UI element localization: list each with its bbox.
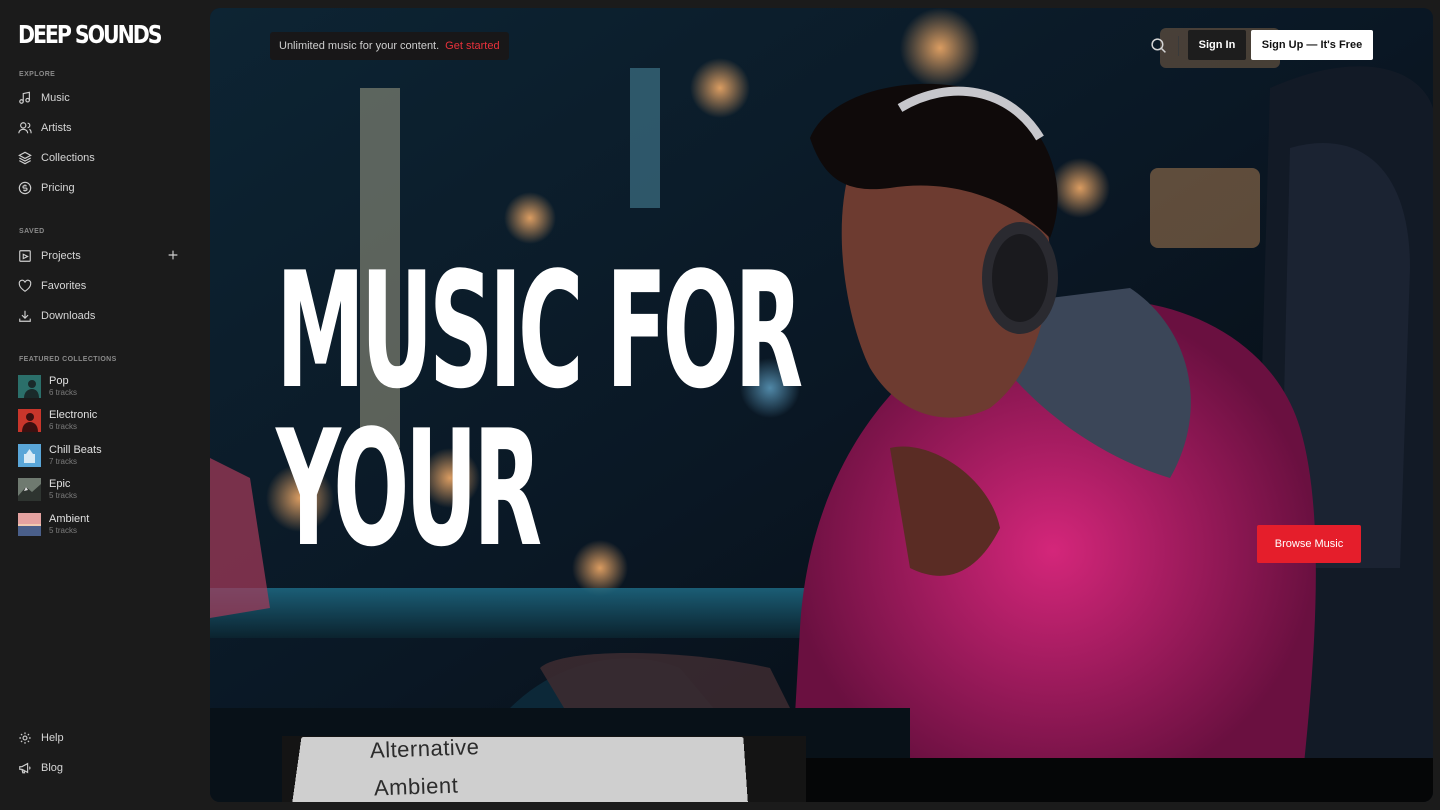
collection-count: 5 tracks: [49, 525, 78, 535]
sidebar-item-help[interactable]: Help: [18, 726, 193, 750]
sign-up-button[interactable]: Sign Up — It's Free: [1251, 30, 1373, 60]
collection-item-pop[interactable]: Pop 6 tracks: [18, 372, 193, 400]
sidebar-item-label: Blog: [41, 762, 64, 774]
sidebar-item-label: Projects: [41, 250, 81, 262]
sidebar-item-artists[interactable]: Artists: [18, 116, 193, 140]
headline-line-1: MUSIC FOR: [276, 237, 803, 424]
headline-line-2: YOUR: [276, 395, 542, 582]
sidebar-item-label: Pricing: [41, 182, 75, 194]
megaphone-icon: [19, 762, 31, 774]
explore-label: EXPLORE: [19, 71, 56, 78]
collection-count: 6 tracks: [49, 387, 78, 397]
chill-beats-thumbnail: [18, 443, 41, 467]
heart-icon: [18, 279, 32, 292]
collection-name: Electronic: [49, 408, 98, 421]
sidebar-item-label: Favorites: [41, 280, 87, 292]
electronic-thumbnail: [18, 408, 41, 432]
epic-thumbnail: [18, 477, 41, 501]
collection-name: Epic: [49, 477, 71, 490]
collection-count: 7 tracks: [49, 456, 78, 466]
featured-collections-label: FEATURED COLLECTIONS: [19, 356, 117, 363]
collection-name: Chill Beats: [49, 443, 102, 456]
sidebar-item-downloads[interactable]: Downloads: [18, 304, 193, 328]
sign-in-button[interactable]: Sign In: [1188, 30, 1246, 60]
sidebar-item-music[interactable]: Music: [18, 86, 193, 110]
gear-icon: [19, 732, 31, 744]
collection-name: Pop: [49, 374, 69, 387]
layers-icon: [18, 151, 32, 165]
genre-card: [290, 737, 749, 802]
logo[interactable]: DEEP SOUNDS: [18, 20, 162, 49]
get-started-link[interactable]: Get started: [445, 40, 499, 52]
add-project-icon[interactable]: [166, 248, 180, 262]
search-icon[interactable]: [1150, 37, 1167, 54]
sidebar-item-label: Help: [41, 732, 64, 744]
sidebar-item-label: Collections: [41, 152, 95, 164]
dollar-circle-icon: [18, 181, 32, 195]
sidebar-item-favorites[interactable]: Favorites: [18, 274, 193, 298]
collection-count: 6 tracks: [49, 421, 78, 431]
collection-item-electronic[interactable]: Electronic 6 tracks: [18, 406, 193, 434]
collection-count: 5 tracks: [49, 490, 78, 500]
genre-item-ambient[interactable]: Ambient: [374, 773, 459, 802]
ambient-thumbnail: [18, 512, 41, 536]
genre-item-alternative[interactable]: Alternative: [370, 736, 480, 764]
sidebar-item-label: Music: [41, 92, 70, 104]
saved-label: SAVED: [19, 228, 45, 235]
download-icon: [19, 310, 31, 322]
collection-item-epic[interactable]: Epic 5 tracks: [18, 475, 193, 503]
sidebar-item-pricing[interactable]: Pricing: [18, 176, 193, 200]
header-divider: [1178, 36, 1179, 56]
sidebar: DEEP SOUNDS EXPLORE Music Artists Collec…: [0, 0, 210, 810]
collection-item-ambient[interactable]: Ambient 5 tracks: [18, 510, 193, 538]
app: DEEP SOUNDS EXPLORE Music Artists Collec…: [0, 0, 1440, 810]
sidebar-item-label: Downloads: [41, 310, 96, 322]
promo-text: Unlimited music for your content.: [279, 40, 440, 52]
bottom-strip: [806, 758, 1433, 802]
collection-name: Ambient: [49, 512, 90, 525]
hero-section: Unlimited music for your content. Get st…: [210, 8, 1433, 802]
sidebar-item-projects[interactable]: Projects: [18, 244, 193, 268]
pop-thumbnail: [18, 374, 41, 398]
sidebar-item-collections[interactable]: Collections: [18, 146, 193, 170]
music-note-icon: [19, 91, 30, 104]
hero-headline: MUSIC FOR YOUR: [276, 237, 803, 582]
folder-icon: [19, 250, 31, 262]
users-icon: [18, 122, 32, 134]
browse-music-button[interactable]: Browse Music: [1257, 525, 1361, 563]
collection-item-chill-beats[interactable]: Chill Beats 7 tracks: [18, 441, 193, 469]
sidebar-item-blog[interactable]: Blog: [18, 756, 193, 780]
sidebar-item-label: Artists: [41, 122, 72, 134]
promo-banner: Unlimited music for your content. Get st…: [270, 32, 509, 60]
genre-ticker: Alternative Ambient: [282, 736, 806, 802]
